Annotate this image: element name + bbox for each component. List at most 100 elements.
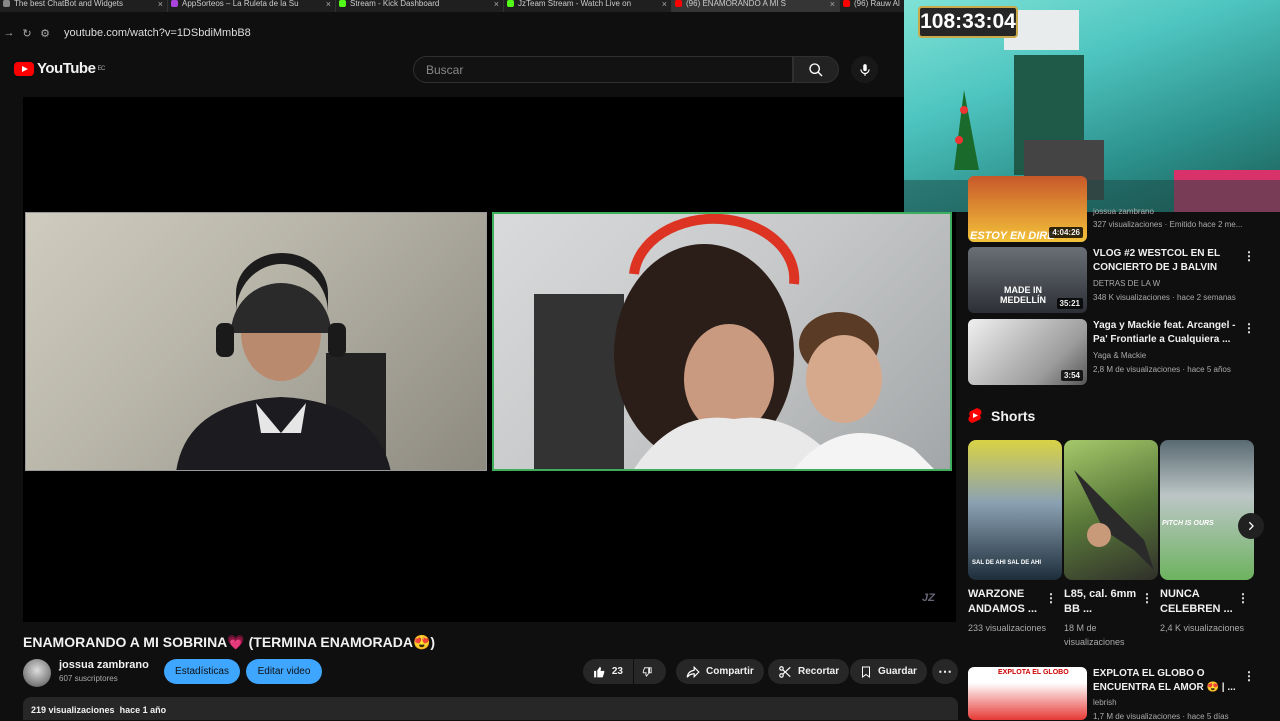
video-title[interactable]: Yaga y Mackie feat. Arcangel - Pa' Front…: [1093, 319, 1243, 347]
avatar[interactable]: [23, 659, 51, 687]
more-vertical-icon[interactable]: ⋮: [1243, 669, 1255, 683]
short-thumbnail[interactable]: PITCH IS OURS: [1160, 440, 1254, 580]
tab-label: Stream - Kick Dashboard: [350, 0, 440, 8]
more-vertical-icon[interactable]: ⋮: [1045, 591, 1057, 605]
more-horizontal-icon: ⋯: [938, 663, 952, 679]
close-icon[interactable]: ×: [662, 0, 667, 9]
thumbnail-text: MADE IN MEDELLÍN: [1000, 285, 1046, 305]
shorts-icon: [968, 408, 982, 423]
scissors-icon: [779, 665, 791, 678]
share-button[interactable]: Compartir: [676, 659, 764, 684]
more-vertical-icon[interactable]: ⋮: [1237, 591, 1249, 605]
short-views: 18 M de visualizaciones: [1064, 623, 1125, 647]
like-button[interactable]: 23: [583, 659, 633, 684]
region-code: EC: [97, 65, 105, 72]
sidebar-video[interactable]: MADE IN MEDELLÍN 35:21 VLOG #2 WESTCOL E…: [968, 247, 1268, 313]
sidebar-video[interactable]: 3:54 Yaga y Mackie feat. Arcangel - Pa' …: [968, 319, 1268, 385]
thumbs-up-icon: [594, 666, 605, 677]
more-vertical-icon[interactable]: ⋮: [1141, 591, 1153, 605]
clip-label: Recortar: [798, 666, 840, 677]
stats-button[interactable]: Estadísticas: [164, 659, 240, 684]
short-title[interactable]: L85, cal. 6mm BB ...: [1064, 587, 1144, 617]
youtube-logo[interactable]: YouTube EC: [14, 60, 105, 77]
video-duration: 3:54: [1060, 370, 1083, 381]
clip-button[interactable]: Recortar: [768, 659, 850, 684]
edit-video-button[interactable]: Editar video: [246, 659, 322, 684]
shorts-next-button[interactable]: [1238, 513, 1264, 539]
channel-watermark: JZ: [922, 592, 935, 604]
sidebar-video-partial[interactable]: ESTOY EN DIRE 4:04:26 jossua zambrano 32…: [968, 176, 1268, 242]
logo-text: YouTube: [37, 60, 96, 77]
search-input[interactable]: Buscar: [413, 56, 793, 83]
tab-label: (96) ENAMORANDO A MI S: [686, 0, 787, 8]
close-icon[interactable]: ×: [830, 0, 835, 9]
video-thumbnail[interactable]: ESTOY EN DIRE 4:04:26: [968, 176, 1087, 242]
tab-favicon-icon: [507, 0, 514, 7]
tab-favicon-icon: [3, 0, 10, 7]
short-views: 2,4 K visualizaciones: [1160, 623, 1245, 633]
video-title[interactable]: VLOG #2 WESTCOL EN EL CONCIERTO DE J BAL…: [1093, 247, 1243, 275]
dislike-button[interactable]: [634, 659, 666, 684]
video-thumbnail[interactable]: 3:54: [968, 319, 1087, 385]
shorts-label: Shorts: [991, 407, 1036, 424]
browser-tab[interactable]: JzTeam Stream - Watch Live on ×: [504, 0, 672, 12]
browser-tab[interactable]: Stream - Kick Dashboard ×: [336, 0, 504, 12]
tab-favicon-icon: [843, 0, 850, 7]
short-title[interactable]: WARZONE ANDAMOS ...: [968, 587, 1048, 617]
voice-search-button[interactable]: [851, 56, 878, 83]
more-vertical-icon[interactable]: ⋮: [1243, 249, 1255, 263]
tab-favicon-icon: [675, 0, 682, 7]
video-title: ENAMORANDO A MI SOBRINA💗 (TERMINA ENAMOR…: [23, 634, 436, 650]
channel-row: jossua zambrano 607 suscriptores Estadís…: [23, 658, 958, 688]
more-actions-button[interactable]: ⋯: [932, 659, 958, 684]
browser-tab-active[interactable]: (96) ENAMORANDO A MI S ×: [672, 0, 840, 12]
upload-age: hace 1 año: [119, 705, 167, 715]
video-thumbnail[interactable]: MADE IN MEDELLÍN 35:21: [968, 247, 1087, 313]
like-count: 23: [611, 666, 623, 677]
close-icon[interactable]: ×: [494, 0, 499, 9]
video-duration: 4:04:26: [1049, 227, 1083, 238]
thumbnail-text: ESTOY EN DIRE: [970, 230, 1055, 242]
search-icon: [809, 62, 823, 76]
video-duration: 35:21: [1056, 298, 1083, 309]
bookmark-icon: [862, 666, 870, 678]
share-label: Compartir: [706, 666, 754, 677]
close-icon[interactable]: ×: [326, 0, 331, 9]
description-box[interactable]: 219 visualizaciones hace 1 año: [23, 697, 958, 720]
close-icon[interactable]: ×: [158, 0, 163, 9]
video-meta: 327 visualizaciones · Emitido hace 2 me.…: [1093, 220, 1243, 229]
short-thumbnail[interactable]: SAL DE AHI SAL DE AHI: [968, 440, 1062, 580]
short-views: 233 visualizaciones: [968, 623, 1047, 633]
webcam-feed-left: [25, 212, 487, 471]
video-thumbnail[interactable]: EXPLOTA EL GLOBO: [968, 667, 1087, 720]
youtube-play-icon: [14, 61, 34, 76]
url-field[interactable]: youtube.com/watch?v=1DSbdiMmbB8: [64, 27, 251, 39]
tab-favicon-icon: [339, 0, 346, 7]
browser-tab[interactable]: The best ChatBot and Widgets ×: [0, 0, 168, 12]
save-button[interactable]: Guardar: [850, 659, 927, 684]
more-vertical-icon[interactable]: ⋮: [1243, 321, 1255, 335]
video-title[interactable]: EXPLOTA EL GLOBO O ENCUENTRA EL AMOR 😍 |…: [1093, 667, 1243, 695]
forward-icon[interactable]: →: [0, 27, 18, 39]
thumbnail-text: SAL DE AHI SAL DE AHI: [972, 560, 1042, 566]
tab-label: JzTeam Stream - Watch Live on: [518, 0, 632, 8]
chevron-right-icon: [1248, 521, 1254, 531]
save-label: Guardar: [878, 666, 917, 677]
video-channel[interactable]: DETRAS DE LA W: [1093, 279, 1160, 288]
channel-name[interactable]: jossua zambrano: [59, 659, 149, 671]
browser-tab[interactable]: AppSorteos – La Ruleta de la Su ×: [168, 0, 336, 12]
subscriber-count: 607 suscriptores: [59, 674, 118, 683]
reload-icon[interactable]: ↻: [18, 27, 36, 40]
thumbs-down-icon: [642, 666, 652, 677]
tab-favicon-icon: [171, 0, 178, 7]
shorts-header: Shorts: [968, 407, 1035, 424]
video-channel[interactable]: lebrish: [1093, 698, 1117, 707]
thumbnail-text: PITCH IS OURS: [1162, 520, 1214, 527]
view-count: 219 visualizaciones: [31, 705, 115, 715]
short-thumbnail[interactable]: [1064, 440, 1158, 580]
site-info-icon[interactable]: ⚙: [36, 27, 54, 40]
search-button[interactable]: [793, 56, 839, 83]
short-title[interactable]: NUNCA CELEBREN ...: [1160, 587, 1240, 617]
share-icon: [686, 665, 700, 678]
video-channel[interactable]: Yaga & Mackie: [1093, 351, 1146, 360]
